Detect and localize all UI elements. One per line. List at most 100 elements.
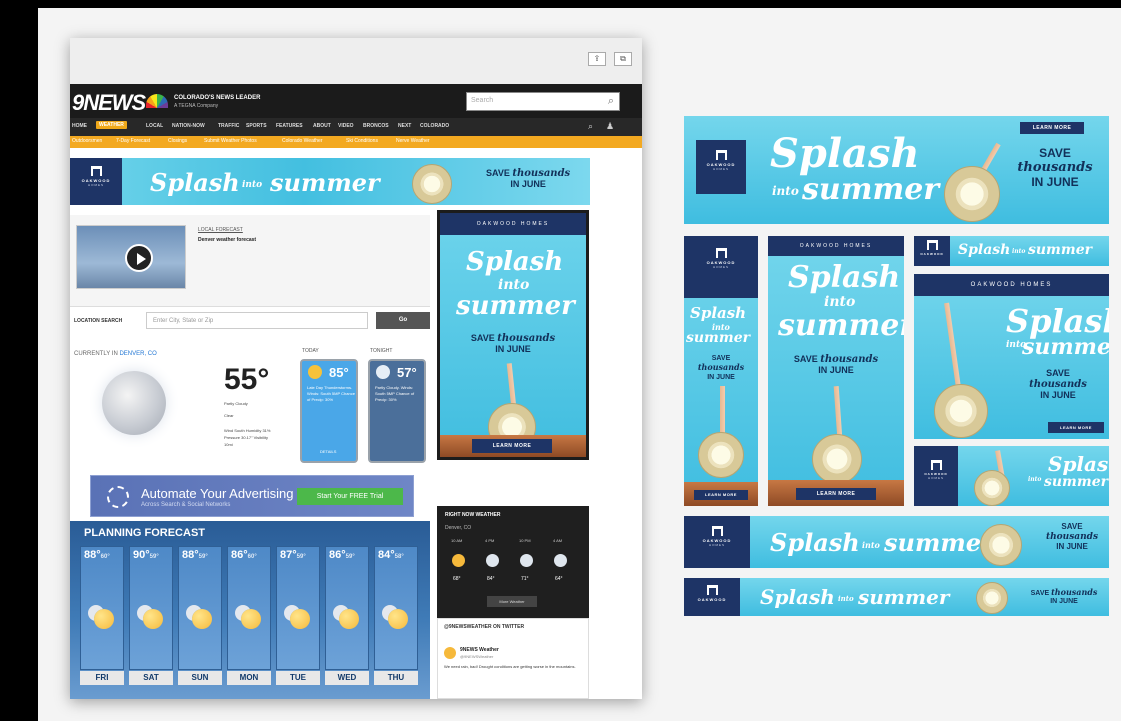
nav-item-weather[interactable]: WEATHER [96, 121, 127, 129]
duplicate-icon[interactable]: ⧉ [614, 52, 632, 66]
automate-ad[interactable]: Automate Your Advertising Across Search … [90, 475, 414, 517]
brand-name-sub: HOMES [708, 543, 725, 547]
hat-image [934, 384, 988, 438]
subnav-item[interactable]: 7-Day Forecast [116, 138, 150, 144]
user-icon[interactable]: ♟ [606, 121, 614, 132]
video-player[interactable] [76, 225, 186, 289]
go-button[interactable]: Go [376, 312, 430, 329]
subnav-item[interactable]: Nerve Weather [396, 138, 430, 144]
banner-small-strip[interactable]: OAKWOOD Splash into summer [914, 236, 1109, 266]
nav-item-about[interactable]: ABOUT [313, 123, 331, 129]
forecast-day[interactable]: 86°59° [325, 546, 369, 670]
forecast-day[interactable]: 88°59° [178, 546, 222, 670]
forecast-day[interactable]: 88°60° [80, 546, 124, 670]
subnav-item[interactable]: Submit Weather Photos [204, 138, 257, 144]
ad-save-text: SAVE thousands IN JUNE [440, 333, 586, 355]
ad-splash: Splash [788, 260, 901, 295]
ad-splash: Splash [1048, 452, 1109, 476]
learn-more-button[interactable]: LEARN MORE [796, 488, 876, 500]
forecast-day[interactable]: 90°59° [129, 546, 173, 670]
tonight-card[interactable]: 57° Partly Cloudy. Winds: South 5MP Chan… [368, 359, 426, 463]
banner-thin-leaderboard[interactable]: OAKWOOD Splash into summer SAVE thousand… [684, 578, 1109, 616]
ad-in-june: IN JUNE [707, 374, 735, 381]
current-city-link[interactable]: DENVER, CO [119, 351, 156, 357]
hour-label: 4 AM [553, 538, 563, 543]
automate-ad-text: Automate Your Advertising [141, 486, 294, 501]
ad-into: into [838, 594, 854, 603]
ad-in-june: IN JUNE [1040, 390, 1076, 400]
learn-more-button[interactable]: LEARN MORE [1020, 122, 1084, 134]
location-search-input[interactable]: Enter City, State or Zip [146, 312, 368, 329]
ad-summer: summer [778, 308, 904, 343]
free-trial-button[interactable]: Start Your FREE Trial [297, 488, 403, 505]
ad-splash: Splash [760, 585, 835, 609]
tweet-text: We need rain, bad! Drought conditions ar… [444, 664, 576, 669]
nav-item-local[interactable]: LOCAL [146, 123, 163, 129]
nav-item-features[interactable]: FEATURES [276, 123, 303, 129]
subnav-item[interactable]: Colorado Weather [282, 138, 323, 144]
learn-more-button[interactable]: LEARN MORE [472, 439, 552, 453]
subnav-item[interactable]: Outdoorsmen [72, 138, 102, 144]
learn-more-button[interactable]: LEARN MORE [694, 490, 748, 500]
forecast-day-name: SUN [178, 671, 222, 685]
banner-narrow-skyscraper[interactable]: OAKWOOD HOMES Splash into summer SAVE th… [684, 236, 758, 506]
search-icon[interactable]: ⌕ [608, 95, 614, 108]
tweet-handle[interactable]: @9NEWSWeather [460, 654, 493, 659]
brand-bar: OAKWOOD HOMES [914, 274, 1109, 296]
nav-item-broncos[interactable]: BRONCOS [363, 123, 389, 129]
oakwood-logo-icon [711, 526, 723, 536]
hour-temp: 84° [487, 576, 495, 582]
search-input[interactable]: Search ⌕ [466, 92, 620, 111]
oakwood-logo-icon [926, 240, 938, 250]
brand-name-sub: HOMES [927, 476, 944, 480]
oakwood-logo-icon [715, 248, 727, 258]
skyscraper-ad[interactable]: OAKWOOD HOMES Splash into summer SAVE th… [437, 210, 589, 460]
leaderboard-ad[interactable]: OAKWOOD HOMES Splash into summer SAVE th… [70, 158, 590, 205]
nav-item-traffic[interactable]: TRAFFIC [218, 123, 239, 129]
hour-temp: 71° [521, 576, 529, 582]
details-link[interactable]: DETAILS [320, 449, 336, 454]
forecast-high: 87° [280, 549, 297, 561]
banner-small-rectangle[interactable]: OAKWOOD HOMES Splash into summer [914, 446, 1109, 506]
banner-medium-rectangle[interactable]: OAKWOOD HOMES Splash into summer SAVE th… [914, 274, 1109, 439]
nav-item-video[interactable]: VIDEO [338, 123, 354, 129]
hat-image [980, 524, 1022, 566]
forecast-day[interactable]: 87°59° [276, 546, 320, 670]
share-icon[interactable]: ⇪ [588, 52, 606, 66]
tweet-author[interactable]: 9NEWS Weather [460, 647, 499, 653]
forecast-day[interactable]: 86°60° [227, 546, 271, 670]
nav-item-home[interactable]: HOME [72, 123, 87, 129]
forecast-low: 59° [198, 554, 208, 560]
location-search-label: LOCATION SEARCH [74, 318, 123, 324]
ad-thousands: thousands [1045, 532, 1099, 542]
subnav-item[interactable]: Closings [168, 138, 187, 144]
subnav-item[interactable]: Ski Conditions [346, 138, 378, 144]
forecast-low: 59° [296, 554, 306, 560]
moon-icon [102, 371, 166, 435]
more-weather-button[interactable]: More Weather [487, 596, 537, 607]
nav-item-nation-now[interactable]: NATION-NOW [172, 123, 205, 129]
search-icon[interactable]: ⌕ [588, 121, 593, 132]
local-forecast-label[interactable]: LOCAL FORECAST [198, 227, 243, 233]
ad-thousands: thousands [697, 362, 745, 372]
nav-item-colorado[interactable]: COLORADO [420, 123, 449, 129]
play-icon[interactable] [125, 244, 153, 272]
ad-in-june: IN JUNE [1056, 542, 1088, 551]
twitter-title[interactable]: @9NEWSWEATHER ON TWITTER [444, 624, 524, 630]
banner-leaderboard[interactable]: OAKWOOD HOMES Splash into summer SAVE th… [684, 516, 1109, 568]
cloud-icon [376, 365, 390, 379]
nav-item-sports[interactable]: SPORTS [246, 123, 267, 129]
forecast-temps: 88°59° [182, 549, 208, 561]
partly-cloudy-icon [192, 609, 212, 629]
banner-wide-skyscraper[interactable]: OAKWOOD HOMES Splash into summer SAVE th… [768, 236, 904, 506]
site-logo[interactable]: 9NEWS [72, 90, 146, 116]
nav-item-next[interactable]: NEXT [398, 123, 411, 129]
ad-in-june: IN JUNE [818, 365, 854, 375]
learn-more-button[interactable]: LEARN MORE [1048, 422, 1104, 433]
today-card[interactable]: 85° Late Day Thunderstorms. Winds: South… [300, 359, 358, 463]
forecast-day[interactable]: 84°58° [374, 546, 418, 670]
hour-label: 10 AM [451, 538, 463, 543]
banner-billboard[interactable]: OAKWOOD HOMES Splash into summer LEARN M… [684, 116, 1109, 224]
local-forecast-title[interactable]: Denver weather forecast [198, 237, 256, 243]
ad-thousands: thousands [1017, 160, 1093, 175]
